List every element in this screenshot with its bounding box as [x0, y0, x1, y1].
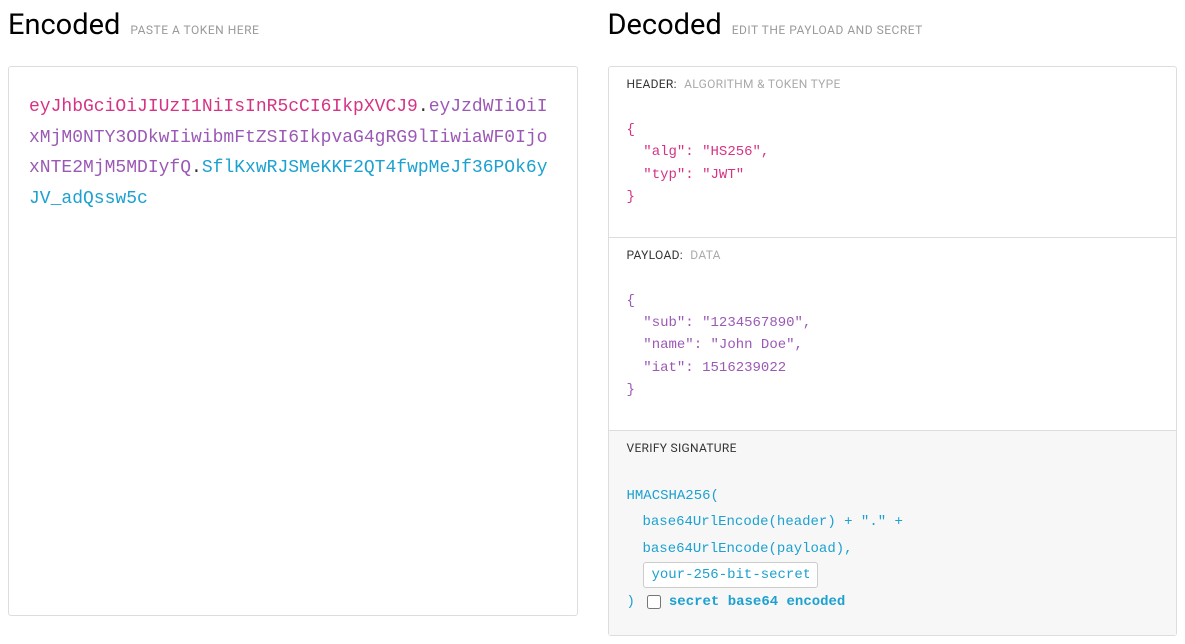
signature-section-label: VERIFY SIGNATURE [609, 431, 1177, 465]
decoded-column: Decoded EDIT THE PAYLOAD AND SECRET HEAD… [608, 8, 1178, 636]
header-section: HEADER: ALGORITHM & TOKEN TYPE { "alg": … [609, 67, 1177, 238]
header-json-editor[interactable]: { "alg": "HS256", "typ": "JWT" } [609, 101, 1177, 237]
payload-json-editor[interactable]: { "sub": "1234567890", "name": "John Doe… [609, 272, 1177, 430]
payload-sublabel: DATA [690, 248, 721, 262]
token-header-part: eyJhbGciOiJIUzI1NiIsInR5cCI6IkpXVCJ9 [29, 97, 418, 117]
encoded-subtitle: PASTE A TOKEN HERE [130, 23, 259, 37]
encoded-title-row: Encoded PASTE A TOKEN HERE [8, 8, 578, 42]
signature-body: HMACSHA256( base64UrlEncode(header) + ".… [609, 465, 1177, 636]
sig-line-3: base64UrlEncode(payload), [627, 536, 1159, 563]
sig-line-2: base64UrlEncode(header) + "." + [627, 509, 1159, 536]
decoded-title: Decoded [608, 8, 722, 42]
header-sublabel: ALGORITHM & TOKEN TYPE [684, 77, 841, 91]
secret-input[interactable] [643, 562, 818, 588]
secret-base64-checkbox[interactable] [647, 595, 661, 609]
encoded-title: Encoded [8, 8, 120, 42]
encoded-column: Encoded PASTE A TOKEN HERE eyJhbGciOiJIU… [8, 8, 578, 636]
decoded-panel: HEADER: ALGORITHM & TOKEN TYPE { "alg": … [608, 66, 1178, 636]
payload-section: PAYLOAD: DATA { "sub": "1234567890", "na… [609, 238, 1177, 431]
decoded-subtitle: EDIT THE PAYLOAD AND SECRET [732, 23, 923, 37]
signature-section: VERIFY SIGNATURE HMACSHA256( base64UrlEn… [609, 431, 1177, 636]
token-dot-1: . [418, 97, 429, 117]
token-dot-2: . [191, 158, 202, 178]
payload-label: PAYLOAD: [627, 248, 683, 262]
header-section-label: HEADER: ALGORITHM & TOKEN TYPE [609, 67, 1177, 101]
secret-base64-label: secret base64 encoded [669, 589, 845, 616]
signature-label: VERIFY SIGNATURE [627, 441, 737, 455]
header-label: HEADER: [627, 77, 677, 91]
sig-close-paren: ) [627, 589, 635, 616]
encoded-token-input[interactable]: eyJhbGciOiJIUzI1NiIsInR5cCI6IkpXVCJ9.eyJ… [8, 66, 578, 616]
decoded-title-row: Decoded EDIT THE PAYLOAD AND SECRET [608, 8, 1178, 42]
payload-section-label: PAYLOAD: DATA [609, 238, 1177, 272]
sig-line-1: HMACSHA256( [627, 483, 1159, 510]
